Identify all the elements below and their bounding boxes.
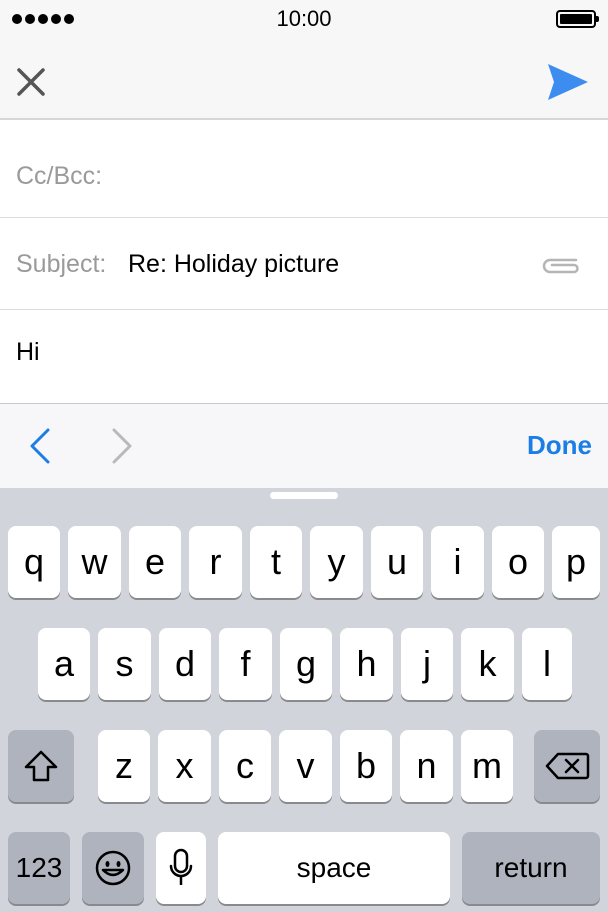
key-s[interactable]: s <box>98 628 151 700</box>
keyboard-accessory-bar: Done <box>0 404 608 488</box>
key-e[interactable]: e <box>129 526 181 598</box>
subject-label: Subject: <box>16 250 107 278</box>
key-p[interactable]: p <box>552 526 600 598</box>
key-b[interactable]: b <box>340 730 392 802</box>
keyboard: q w e r t y u i o p a s d f g h j k l z … <box>0 488 608 912</box>
key-l[interactable]: l <box>522 628 572 700</box>
cc-bcc-field[interactable]: Cc/Bcc: <box>0 132 608 218</box>
subject-input[interactable]: Re: Holiday picture <box>128 250 339 279</box>
key-z[interactable]: z <box>98 730 150 802</box>
key-o[interactable]: o <box>492 526 544 598</box>
send-icon[interactable] <box>546 62 590 102</box>
key-q[interactable]: q <box>8 526 60 598</box>
paperclip-icon[interactable] <box>538 254 586 278</box>
microphone-icon <box>169 848 193 885</box>
message-body-text[interactable]: Hi <box>16 338 40 367</box>
key-w[interactable]: w <box>68 526 121 598</box>
shift-icon <box>24 750 58 782</box>
key-r[interactable]: r <box>189 526 242 598</box>
key-j[interactable]: j <box>401 628 453 700</box>
keyboard-grabber[interactable] <box>270 492 338 499</box>
numbers-key[interactable]: 123 <box>8 832 70 904</box>
key-g[interactable]: g <box>280 628 332 700</box>
key-f[interactable]: f <box>219 628 272 700</box>
shift-key[interactable] <box>8 730 74 802</box>
emoji-icon <box>95 850 131 886</box>
key-x[interactable]: x <box>158 730 211 802</box>
key-n[interactable]: n <box>400 730 453 802</box>
return-key[interactable]: return <box>462 832 600 904</box>
key-d[interactable]: d <box>159 628 211 700</box>
key-k[interactable]: k <box>461 628 514 700</box>
key-m[interactable]: m <box>461 730 513 802</box>
space-key[interactable]: space <box>218 832 450 904</box>
delete-icon <box>545 752 590 780</box>
done-button[interactable]: Done <box>527 430 592 461</box>
subject-field[interactable]: Subject: Re: Holiday picture <box>0 218 608 310</box>
chevron-left-icon[interactable] <box>26 424 56 468</box>
key-c[interactable]: c <box>219 730 271 802</box>
cc-bcc-label: Cc/Bcc: <box>16 162 103 190</box>
close-icon[interactable] <box>14 65 48 99</box>
battery-icon <box>556 10 599 28</box>
key-u[interactable]: u <box>371 526 423 598</box>
key-y[interactable]: y <box>310 526 363 598</box>
emoji-key[interactable] <box>82 832 144 904</box>
compose-nav-bar <box>0 40 608 120</box>
key-a[interactable]: a <box>38 628 90 700</box>
message-body[interactable]: Hi <box>0 310 608 404</box>
key-i[interactable]: i <box>431 526 484 598</box>
key-v[interactable]: v <box>279 730 332 802</box>
key-h[interactable]: h <box>340 628 393 700</box>
key-t[interactable]: t <box>250 526 302 598</box>
status-time: 10:00 <box>276 6 332 31</box>
chevron-right-icon[interactable] <box>106 424 136 468</box>
delete-key[interactable] <box>534 730 600 802</box>
dictation-key[interactable] <box>156 832 206 904</box>
status-bar: 10:00 <box>0 0 608 40</box>
